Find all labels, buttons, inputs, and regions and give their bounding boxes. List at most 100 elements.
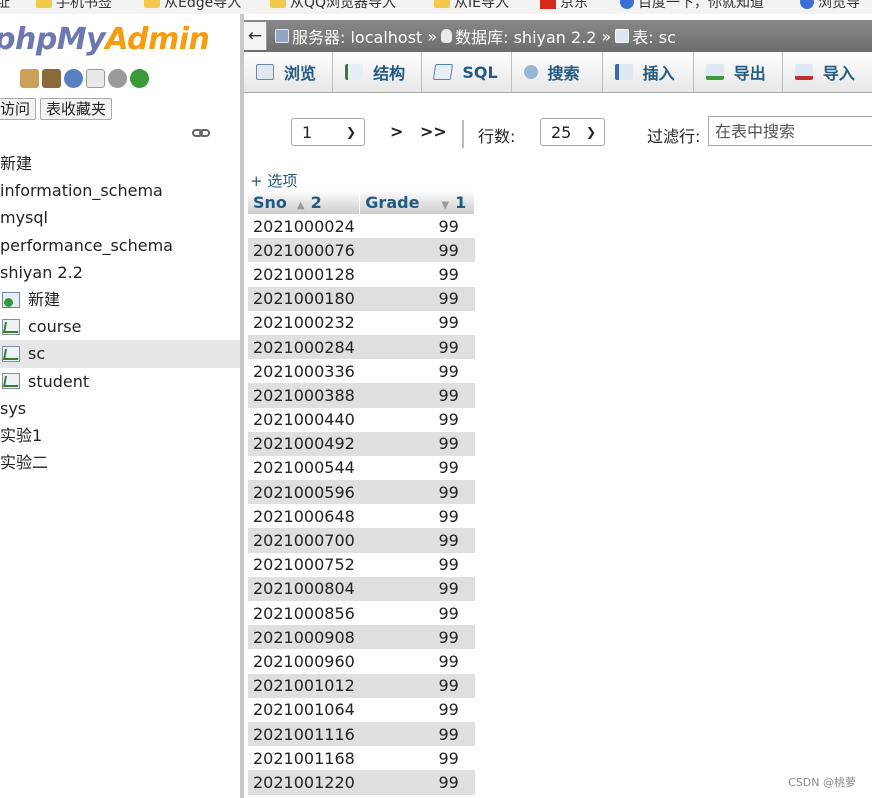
bookmark-item[interactable]: 从QQ浏览器导入 — [270, 0, 396, 12]
cell-grade: 99 — [359, 334, 475, 360]
bookmark-item[interactable]: 京东 — [540, 0, 588, 12]
table-icon — [2, 318, 20, 335]
tab-sql[interactable]: SQL — [422, 52, 512, 92]
link-icon[interactable] — [192, 128, 210, 138]
tree-item-new[interactable]: 新建 — [0, 150, 240, 177]
home-icon[interactable] — [20, 69, 39, 88]
table-row[interactable]: 2021000076 99 — [248, 238, 475, 263]
tree-item-performance-schema[interactable]: performance_schema — [0, 232, 240, 259]
table-row[interactable]: 2021000440 99 — [248, 407, 475, 432]
table-row[interactable]: 2021000544 99 — [248, 455, 475, 481]
cell-sno: 2021000544 — [248, 455, 360, 481]
table-icon — [615, 29, 630, 43]
cell-grade: 99 — [359, 673, 475, 698]
cell-grade: 99 — [359, 214, 475, 239]
reload-icon[interactable] — [130, 69, 149, 88]
table-row[interactable]: 2021001012 99 — [248, 673, 475, 698]
tab-browse[interactable]: 浏览 — [244, 52, 334, 92]
exit-icon[interactable] — [42, 69, 61, 88]
rows-select[interactable]: 25 ❯ — [540, 118, 605, 146]
sort-asc-icon: ▲ — [296, 199, 305, 211]
cell-sno: 2021000284 — [248, 334, 360, 360]
table-row[interactable]: 2021001168 99 — [248, 746, 475, 771]
cell-sno: 2021000492 — [248, 431, 360, 456]
cell-sno: 2021000648 — [248, 504, 360, 529]
recent-tab[interactable]: 访问 — [0, 98, 37, 120]
bookmark-item[interactable]: 从Edge导入 — [144, 0, 241, 12]
tab-structure[interactable]: 结构 — [333, 52, 423, 92]
cell-sno: 2021001064 — [248, 697, 360, 722]
column-header-sno[interactable]: Sno ▲ 2 — [248, 190, 361, 214]
table-row[interactable]: 2021000388 99 — [248, 383, 475, 408]
tree-item-information-schema[interactable]: information_schema — [0, 177, 240, 204]
table-row[interactable]: 2021000128 99 — [248, 262, 475, 287]
chevron-down-icon: ❯ — [345, 125, 356, 139]
favorites-tab[interactable]: 表收藏夹 — [40, 98, 113, 120]
tree-item-student[interactable]: student — [0, 368, 240, 395]
database-icon — [441, 29, 453, 43]
insert-icon — [614, 64, 633, 80]
breadcrumb-server[interactable]: 服务器: localhost — [275, 24, 422, 48]
phpmyadmin-logo[interactable]: phpMyAdmin — [0, 22, 210, 57]
cell-grade: 99 — [359, 746, 475, 771]
next-page-button[interactable]: > — [390, 122, 403, 141]
tree-item-shiyan-2-2[interactable]: shiyan 2.2 — [0, 259, 240, 286]
bookmark-item[interactable]: 手机书签 — [36, 0, 112, 12]
back-button[interactable]: ← — [244, 22, 267, 50]
table-row[interactable]: 2021000232 99 — [248, 310, 475, 335]
table-row[interactable]: 2021000804 99 — [248, 576, 475, 601]
tree-item-sc[interactable]: sc — [0, 340, 240, 368]
table-row[interactable]: 2021000700 99 — [248, 528, 475, 553]
import-icon — [794, 64, 813, 80]
table-row[interactable]: 2021000856 99 — [248, 601, 475, 626]
table-row[interactable]: 2021001220 99 — [248, 770, 475, 795]
tab-search[interactable]: 搜索 — [512, 52, 603, 92]
bookmark-item[interactable]: 浏览导 — [800, 0, 860, 12]
edge-icon — [800, 0, 814, 9]
server-icon — [275, 29, 289, 43]
table-row[interactable]: 2021000960 99 — [248, 649, 475, 674]
cell-sno: 2021000440 — [248, 407, 360, 432]
options-link[interactable]: + 选项 — [250, 170, 297, 191]
cell-sno: 2021000960 — [248, 649, 360, 674]
settings-icon[interactable] — [108, 69, 127, 88]
cell-grade: 99 — [359, 576, 475, 601]
breadcrumb-table[interactable]: 表: sc — [615, 24, 676, 48]
tree-item-sys[interactable]: sys — [0, 395, 240, 422]
watermark: CSDN @桃萝 — [788, 776, 856, 789]
table-row[interactable]: 2021000752 99 — [248, 552, 475, 577]
tree-item-course[interactable]: course — [0, 313, 240, 340]
cell-grade: 99 — [359, 262, 475, 287]
tab-import[interactable]: 导入 — [783, 52, 872, 92]
tree-item-shiyan1[interactable]: 实验1 — [0, 422, 240, 449]
table-row[interactable]: 2021000908 99 — [248, 625, 475, 650]
table-row[interactable]: 2021000596 99 — [248, 480, 475, 505]
breadcrumb-database[interactable]: 数据库: shiyan 2.2 — [441, 24, 596, 48]
bookmark-item[interactable]: 址 — [0, 0, 10, 12]
table-row[interactable]: 2021000648 99 — [248, 504, 475, 529]
table-body: 2021000024 99 2021000076 99 2021000128 99 2021… — [248, 214, 475, 795]
cell-sno: 2021000700 — [248, 528, 360, 553]
tree-item-shiyan2[interactable]: 实验二 — [0, 449, 240, 476]
table-row[interactable]: 2021000336 99 — [248, 359, 475, 384]
tab-export[interactable]: 导出 — [694, 52, 783, 92]
tab-insert[interactable]: 插入 — [603, 52, 694, 92]
folder-icon — [36, 0, 52, 8]
table-row[interactable]: 2021000180 99 — [248, 286, 475, 311]
table-row[interactable]: 2021001064 99 — [248, 697, 475, 722]
tree-item-mysql[interactable]: mysql — [0, 204, 240, 231]
column-header-grade[interactable]: Grade ▼ 1 — [359, 190, 476, 214]
table-row[interactable]: 2021000024 99 — [248, 214, 475, 239]
last-page-button[interactable]: >> — [420, 122, 447, 141]
docs-icon[interactable] — [86, 69, 105, 88]
table-row[interactable]: 2021000284 99 — [248, 334, 475, 360]
table-row[interactable]: 2021000492 99 — [248, 431, 475, 456]
bookmark-item[interactable]: 百度一下，你就知道 — [620, 0, 764, 12]
page-select[interactable]: 1 ❯ — [291, 118, 365, 146]
table-row[interactable]: 2021001116 99 — [248, 721, 475, 747]
bookmark-item[interactable]: 从IE导入 — [434, 0, 509, 12]
tree-item-new-table[interactable]: 新建 — [0, 286, 240, 313]
filter-input[interactable] — [708, 116, 872, 146]
nav-icon-bar — [20, 69, 149, 88]
help-icon[interactable] — [64, 69, 83, 88]
